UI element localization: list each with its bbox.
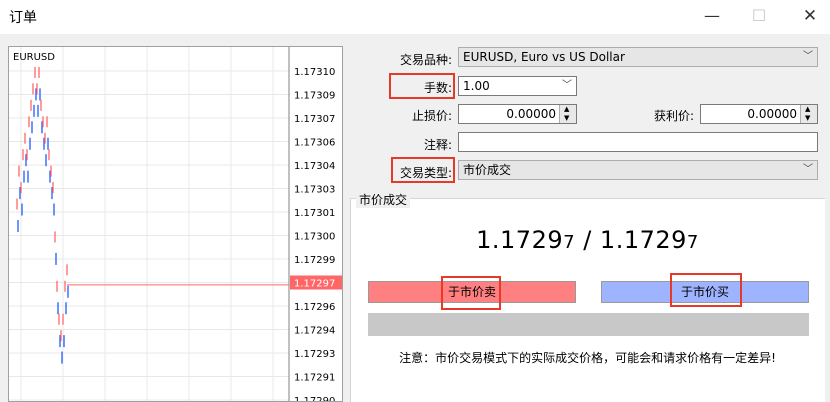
bid-price-pip: 7 — [563, 232, 576, 253]
symbol-label: 交易品种: — [399, 53, 452, 67]
price-axis-label: 1.17307 — [294, 114, 335, 125]
order-type-label-highlight — [391, 157, 455, 183]
price-axis-label: 1.17301 — [294, 208, 335, 219]
spin-down-icon[interactable]: ▼ — [564, 114, 569, 122]
title-bar: 订单 — ☐ ✕ — [0, 0, 830, 34]
take-profit-label: 获利价: — [653, 109, 694, 123]
take-profit-input[interactable]: 0.00000 ▲ ▼ — [700, 104, 818, 124]
ask-price-pip: 7 — [686, 232, 699, 253]
price-axis-label: 1.17290 — [294, 396, 335, 402]
close-icon[interactable]: ✕ — [793, 5, 827, 27]
tick-chart-canvas: 1.17310 1.17309 1.17307 1.17306 1.17304 1.173… — [9, 47, 342, 402]
stop-loss-label: 止损价: — [411, 109, 452, 123]
current-price-label: 1.17297 — [294, 279, 335, 290]
price-axis-label: 1.17291 — [294, 373, 335, 384]
chevron-down-icon: ﹀ — [803, 164, 813, 175]
price-separator: / — [575, 226, 600, 254]
price-axis-label: 1.17299 — [294, 255, 335, 266]
take-profit-spinner[interactable]: ▲ ▼ — [800, 105, 817, 123]
window-title: 订单 — [9, 10, 37, 26]
buy-button-highlight — [670, 273, 742, 307]
chart-symbol: EURUSD — [13, 52, 55, 63]
price-axis-label: 1.17293 — [294, 349, 335, 360]
price-axis-label: 1.17306 — [294, 138, 335, 149]
spin-down-icon[interactable]: ▼ — [805, 114, 810, 122]
comment-label: 注释: — [423, 138, 452, 152]
symbol-select[interactable]: EURUSD, Euro vs US Dollar ﹀ — [458, 47, 818, 67]
close-by-bar — [368, 313, 809, 336]
comment-input[interactable] — [458, 132, 818, 152]
maximize-icon[interactable]: ☐ — [742, 5, 776, 27]
price-axis-label: 1.17309 — [294, 91, 335, 102]
price-axis-label: 1.17304 — [294, 161, 335, 172]
tick-chart: 1.17310 1.17309 1.17307 1.17306 1.17304 1.173… — [8, 46, 343, 402]
ask-price: 1.1729 — [599, 226, 687, 254]
order-type-value: 市价成交 — [463, 163, 512, 177]
price-axis-label: 1.17303 — [294, 185, 335, 196]
price-axis-label: 1.17310 — [294, 67, 335, 78]
price-axis-label: 1.17294 — [294, 326, 335, 337]
minimize-icon[interactable]: — — [695, 5, 729, 27]
spin-up-icon[interactable]: ▲ — [805, 105, 810, 113]
stop-loss-spinner[interactable]: ▲ ▼ — [559, 105, 576, 123]
symbol-value: EURUSD, Euro vs US Dollar — [463, 50, 625, 64]
chevron-down-icon: ﹀ — [803, 51, 813, 62]
price-axis-label: 1.17300 — [294, 232, 335, 243]
execution-note: 注意：市价交易模式下的实际成交价格，可能会和请求价格有一定差异! — [399, 351, 776, 365]
spin-up-icon[interactable]: ▲ — [564, 105, 569, 113]
order-type-select[interactable]: 市价成交 ﹀ — [458, 160, 818, 180]
market-group-title: 市价成交 — [356, 191, 411, 208]
sell-button-highlight — [441, 276, 501, 310]
lots-value: 1.00 — [463, 79, 490, 93]
bid-price: 1.1729 — [476, 226, 564, 254]
lots-combobox[interactable]: 1.00 ﹀ — [458, 76, 577, 96]
chevron-down-icon: ﹀ — [562, 80, 572, 91]
stop-loss-value: 0.00000 — [506, 107, 556, 121]
take-profit-value: 0.00000 — [747, 107, 797, 121]
stop-loss-input[interactable]: 0.00000 ▲ ▼ — [458, 104, 577, 124]
price-quote: 1.17297 / 1.17297 — [350, 226, 825, 254]
price-axis-label: 1.17296 — [294, 302, 335, 313]
lots-label-highlight — [389, 73, 455, 99]
